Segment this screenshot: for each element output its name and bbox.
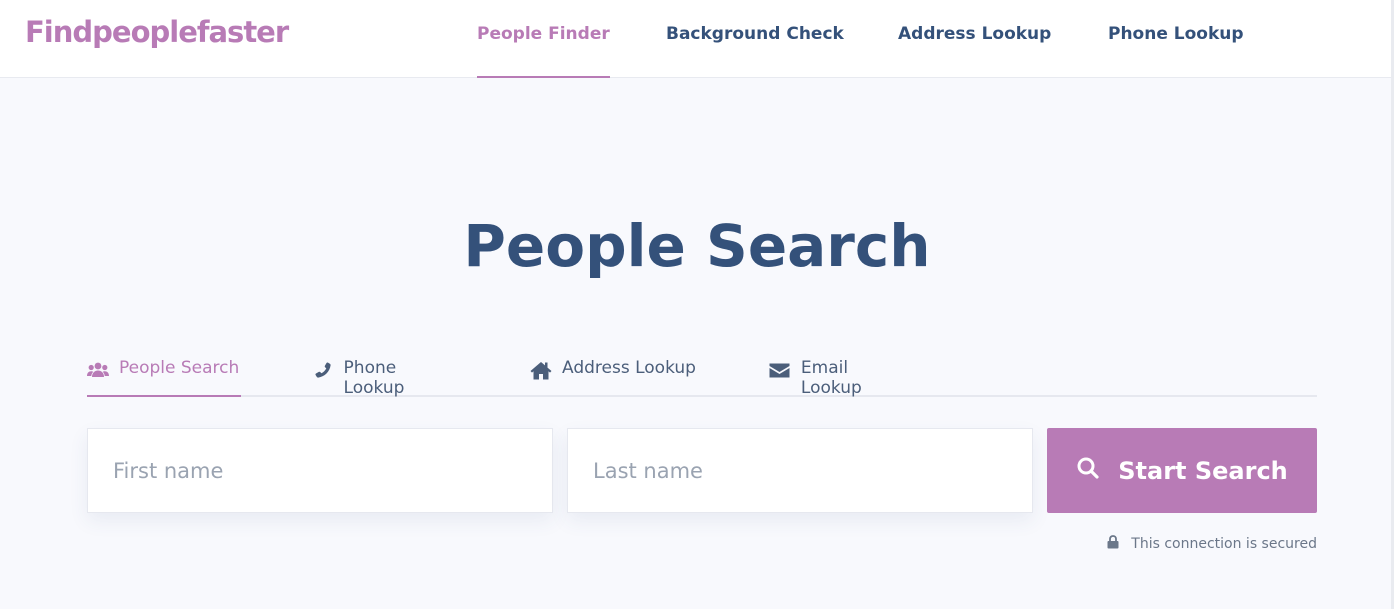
site-logo[interactable]: Findpeoplefaster bbox=[25, 15, 289, 49]
tab-phone-lookup[interactable]: Phone Lookup bbox=[312, 358, 460, 398]
lock-icon bbox=[1107, 535, 1119, 553]
search-icon bbox=[1076, 456, 1100, 486]
nav-phone-lookup[interactable]: Phone Lookup bbox=[1108, 24, 1244, 78]
phone-icon bbox=[312, 359, 334, 381]
tabs-divider bbox=[87, 395, 1317, 397]
page-title: People Search bbox=[463, 212, 931, 280]
envelope-icon bbox=[769, 359, 791, 381]
first-name-input[interactable] bbox=[87, 428, 553, 513]
secure-text: This connection is secured bbox=[1131, 536, 1317, 552]
nav-address-lookup[interactable]: Address Lookup bbox=[898, 24, 1051, 78]
users-icon bbox=[87, 359, 109, 381]
tab-people-search[interactable]: People Search bbox=[87, 358, 241, 397]
start-search-label: Start Search bbox=[1118, 456, 1288, 485]
tab-label: Address Lookup bbox=[562, 358, 696, 378]
site-header: Findpeoplefaster People Finder Backgroun… bbox=[0, 0, 1394, 78]
tab-label: People Search bbox=[119, 358, 240, 378]
secure-connection-note: This connection is secured bbox=[1107, 535, 1317, 553]
nav-background-check[interactable]: Background Check bbox=[666, 24, 844, 78]
tab-email-lookup[interactable]: Email Lookup bbox=[769, 358, 914, 398]
tab-label: Phone Lookup bbox=[343, 358, 405, 398]
home-icon bbox=[530, 359, 552, 381]
tab-label: Email Lookup bbox=[800, 358, 862, 398]
tab-address-lookup[interactable]: Address Lookup bbox=[530, 358, 700, 397]
nav-people-finder[interactable]: People Finder bbox=[477, 24, 610, 78]
start-search-button[interactable]: Start Search bbox=[1047, 428, 1317, 513]
last-name-input[interactable] bbox=[567, 428, 1033, 513]
